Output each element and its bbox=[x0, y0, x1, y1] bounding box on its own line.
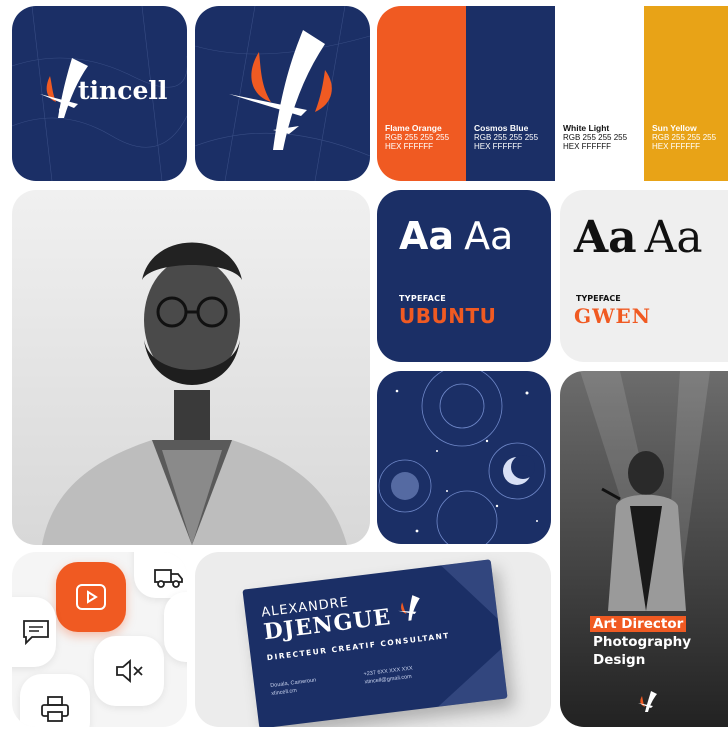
swatch-rgb: RGB 255 255 255 bbox=[385, 133, 450, 142]
swatch-name: Cosmos Blue bbox=[474, 123, 529, 133]
card-logo-mark bbox=[398, 595, 420, 621]
swatch-rgb: RGB 255 255 255 bbox=[474, 133, 539, 142]
business-card-tile: ALEXANDRE DJENGUE DIRECTEUR CREATIF CONS… bbox=[195, 552, 551, 727]
logo-wordmark: tincell bbox=[78, 76, 168, 105]
print-bubble[interactable] bbox=[20, 674, 90, 727]
portrait-photo bbox=[12, 190, 370, 545]
chat-icon bbox=[23, 620, 49, 645]
logo-wordmark-tile: tincell bbox=[12, 6, 187, 181]
swatch-hex: HEX FFFFFF bbox=[474, 142, 522, 151]
xtincell-logo-mark-large bbox=[229, 30, 332, 150]
type-sample-bold: Aa bbox=[574, 212, 637, 263]
typeface-label: TYPEFACE bbox=[399, 294, 447, 303]
app-icons-tile bbox=[12, 552, 187, 727]
swatch-cosmos-blue: Cosmos Blue RGB 255 255 255 HEX FFFFFF bbox=[466, 6, 555, 181]
role-highlight: Art Director bbox=[590, 616, 687, 632]
swatch-rgb: RGB 255 255 255 bbox=[563, 133, 628, 142]
partial-bubble[interactable] bbox=[164, 592, 187, 662]
swatch-name: Flame Orange bbox=[385, 123, 442, 133]
speaker-illustration bbox=[580, 371, 710, 611]
role-line-2: Photography bbox=[593, 634, 692, 650]
swatch-hex: HEX FFFFFF bbox=[563, 142, 611, 151]
typeface-label: TYPEFACE bbox=[576, 294, 621, 303]
portrait-illustration bbox=[42, 242, 347, 545]
mute-icon bbox=[116, 659, 143, 683]
type-sample-light: Aa bbox=[644, 212, 703, 263]
swatch-name: Sun Yellow bbox=[652, 123, 697, 133]
typeface-gwen-tile: Aa Aa TYPEFACE GWEN bbox=[560, 190, 728, 362]
xtincell-logo-mark-small bbox=[638, 691, 657, 712]
swatch-rgb: RGB 255 255 255 bbox=[652, 133, 717, 142]
role-line-3: Design bbox=[593, 652, 646, 668]
delivery-bubble[interactable] bbox=[134, 552, 187, 598]
celestial-pattern-tile bbox=[377, 371, 551, 544]
play-button-bubble[interactable] bbox=[56, 562, 126, 632]
chat-bubble[interactable] bbox=[12, 597, 56, 667]
delivery-truck-icon bbox=[154, 569, 183, 588]
swatch-sun-yellow: Sun Yellow RGB 255 255 255 HEX FFFFFF bbox=[644, 6, 728, 181]
speaker-photo-tile: Art Director Photography Design bbox=[560, 371, 728, 727]
mute-bubble[interactable] bbox=[94, 636, 164, 706]
play-icon bbox=[76, 584, 106, 610]
swatch-hex: HEX FFFFFF bbox=[385, 142, 433, 151]
celestial-pattern bbox=[378, 371, 546, 544]
swatch-name: White Light bbox=[563, 123, 610, 133]
color-palette-tile: Flame Orange RGB 255 255 255 HEX FFFFFF … bbox=[377, 6, 728, 181]
printer-icon bbox=[41, 696, 69, 722]
swatch-flame-orange: Flame Orange RGB 255 255 255 HEX FFFFFF bbox=[377, 6, 466, 181]
type-sample-bold: Aa bbox=[399, 214, 455, 258]
typeface-name: GWEN bbox=[574, 304, 652, 328]
typeface-ubuntu-tile: Aa Aa TYPEFACE UBUNTU bbox=[377, 190, 551, 362]
logo-mark-tile bbox=[195, 6, 370, 181]
swatch-white-light: White Light RGB 255 255 255 HEX FFFFFF bbox=[555, 6, 644, 181]
type-sample-light: Aa bbox=[464, 214, 514, 258]
typeface-name: UBUNTU bbox=[399, 304, 497, 328]
business-card: ALEXANDRE DJENGUE DIRECTEUR CREATIF CONS… bbox=[242, 559, 508, 727]
swatch-hex: HEX FFFFFF bbox=[652, 142, 700, 151]
